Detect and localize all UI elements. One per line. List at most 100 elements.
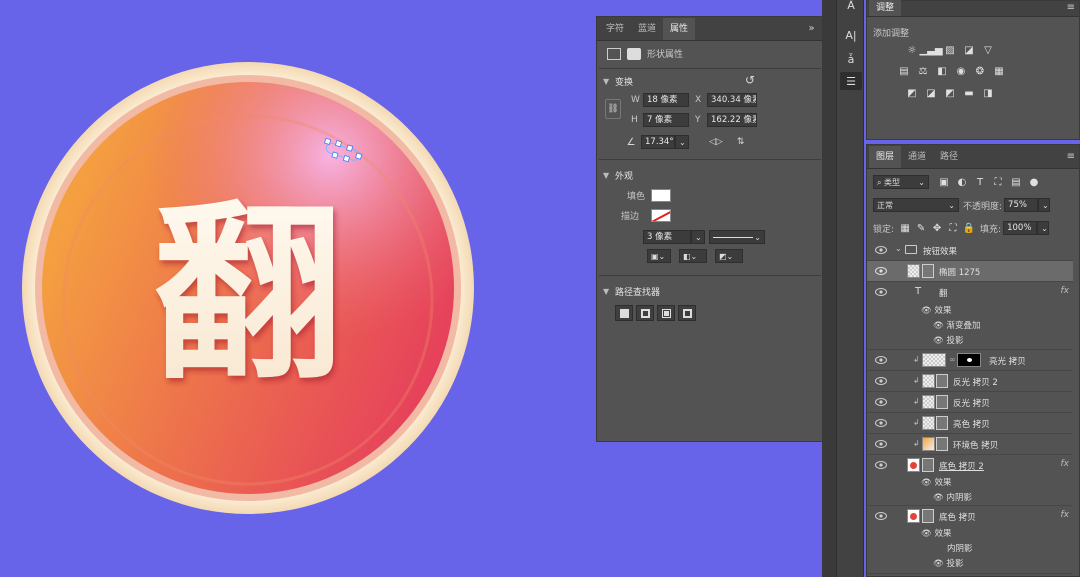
layer-row[interactable]: ↲ 亮色 拷贝 <box>867 413 1073 434</box>
stroke-align-dropdown[interactable]: ▣⌄ <box>647 249 671 263</box>
opacity-dropdown[interactable]: ⌄ <box>1038 198 1051 212</box>
eye-icon[interactable] <box>875 439 887 449</box>
layer-filter-dropdown[interactable]: ⌕ 类型 ⌄ <box>873 175 929 189</box>
lock-transparency-icon[interactable]: ▦ <box>898 222 912 235</box>
eye-icon[interactable]: 👁︎ <box>921 306 932 316</box>
eye-icon[interactable]: 👁︎ <box>921 529 932 539</box>
eye-icon[interactable] <box>875 266 887 276</box>
link-icon[interactable]: ⛓ <box>605 99 621 119</box>
exclude-shapes-button[interactable] <box>678 305 696 321</box>
fill-field[interactable]: 100% <box>1003 221 1038 235</box>
color-lookup-icon[interactable]: ▦ <box>992 65 1006 78</box>
tab-bluebird[interactable]: 蓝道 <box>631 18 663 40</box>
stroke-cap-dropdown[interactable]: ◧⌄ <box>679 249 707 263</box>
hue-saturation-icon[interactable]: ▤ <box>897 65 911 78</box>
eye-icon[interactable]: 👁︎ <box>921 478 932 488</box>
x-field[interactable]: 340.34 像素 <box>707 93 757 107</box>
layer-row[interactable]: 底色 拷贝 2 fx 👁︎ 效果 👁︎ 内阴影 <box>867 455 1073 506</box>
effect-drop-shadow[interactable]: 👁︎ 投影 <box>933 334 964 346</box>
glyphs-panel-icon[interactable]: ǡ <box>840 50 862 68</box>
character-panel-icon[interactable]: A| <box>840 26 862 44</box>
tab-paths[interactable]: 路径 <box>933 146 965 168</box>
y-field[interactable]: 162.22 像素 <box>707 113 757 127</box>
layer-row[interactable]: ↲ 环境色 拷贝 <box>867 434 1073 455</box>
mask-icon[interactable] <box>627 47 641 60</box>
fill-swatch[interactable] <box>651 189 671 202</box>
fx-icon[interactable]: fx <box>1061 286 1070 296</box>
exposure-icon[interactable]: ◪ <box>962 44 976 57</box>
layer-row[interactable]: T 翻 fx 👁︎ 效果 👁︎ 渐变叠加 👁︎ 投影 <box>867 282 1073 350</box>
intersect-shapes-button[interactable] <box>657 305 675 321</box>
tab-channels[interactable]: 通道 <box>901 146 933 168</box>
eye-icon[interactable] <box>875 460 887 470</box>
lock-pixels-icon[interactable]: ✎ <box>914 222 928 235</box>
eye-icon[interactable]: 👁︎ <box>933 321 944 331</box>
smart-object-filter-icon[interactable]: ▤ <box>1009 176 1023 189</box>
chevron-down-icon[interactable]: ▼ <box>603 77 611 86</box>
stroke-swatch[interactable] <box>651 209 671 222</box>
adjustments-panel-icon[interactable]: ☰ <box>840 72 862 90</box>
reset-icon[interactable]: ↺ <box>745 73 755 87</box>
eye-icon[interactable] <box>875 245 887 255</box>
photo-filter-icon[interactable]: ◉ <box>954 65 968 78</box>
subtract-shapes-button[interactable] <box>636 305 654 321</box>
panel-menu-icon[interactable]: ≡ <box>1063 0 1079 16</box>
layer-mask-thumbnail[interactable] <box>957 353 981 367</box>
invert-icon[interactable]: ◩ <box>905 87 919 100</box>
selective-color-icon[interactable]: ◨ <box>981 87 995 100</box>
fx-icon[interactable]: fx <box>1061 510 1070 520</box>
color-balance-icon[interactable]: ⚖ <box>916 65 930 78</box>
vibrance-icon[interactable]: ▽ <box>981 44 995 57</box>
eye-icon[interactable] <box>875 418 887 428</box>
effect-inner-shadow[interactable]: 👁︎ 内阴影 <box>933 491 972 503</box>
link-icon[interactable]: ∞ <box>949 355 956 364</box>
height-field[interactable]: 7 像素 <box>643 113 689 127</box>
panel-menu-icon[interactable]: ≡ <box>1063 146 1079 168</box>
angle-field[interactable]: 17.34° <box>641 135 675 149</box>
effect-inner-shadow[interactable]: 内阴影 <box>947 542 973 554</box>
curves-icon[interactable]: ▨ <box>943 44 957 57</box>
layer-row[interactable]: ↲ 反光 拷贝 2 <box>867 371 1073 392</box>
threshold-icon[interactable]: ◩ <box>943 87 957 100</box>
angle-dropdown[interactable]: ⌄ <box>675 135 689 149</box>
levels-icon[interactable]: ▁▃▅ <box>919 44 942 57</box>
posterize-icon[interactable]: ◪ <box>924 87 938 100</box>
eye-icon[interactable] <box>875 397 887 407</box>
brightness-icon[interactable]: ☼ <box>905 44 919 57</box>
tab-adjustments[interactable]: 调整 <box>869 0 902 16</box>
layer-row[interactable]: ↲ 反光 拷贝 <box>867 392 1073 413</box>
filter-toggle-icon[interactable]: ● <box>1027 176 1041 189</box>
chevron-down-icon[interactable]: ▼ <box>603 287 611 296</box>
chevron-down-icon[interactable]: ⌄ <box>895 244 902 253</box>
layer-row[interactable]: 椭圆 1275 <box>867 261 1073 282</box>
gradient-map-icon[interactable]: ▬ <box>962 87 976 100</box>
flip-horizontal-icon[interactable]: ◁▷ <box>709 137 723 147</box>
eye-icon[interactable] <box>875 355 887 365</box>
layer-row[interactable]: ↲ ∞ 亮光 拷贝 <box>867 350 1073 371</box>
unite-shapes-button[interactable] <box>615 305 633 321</box>
stroke-style-dropdown[interactable]: ⌄ <box>709 230 765 244</box>
layer-row[interactable]: 底色 拷贝 fx 👁︎ 效果 内阴影 👁︎ 投影 <box>867 506 1073 574</box>
adjustment-filter-icon[interactable]: ◐ <box>955 176 969 189</box>
eye-icon[interactable] <box>875 376 887 386</box>
char-style-icon[interactable]: Ȁ <box>840 0 862 14</box>
channel-mixer-icon[interactable]: ❂ <box>973 65 987 78</box>
fill-dropdown[interactable]: ⌄ <box>1037 221 1050 235</box>
fx-icon[interactable]: fx <box>1061 459 1070 469</box>
opacity-field[interactable]: 75% <box>1004 198 1039 212</box>
flip-vertical-icon[interactable]: ⇅ <box>737 137 745 147</box>
black-white-icon[interactable]: ◧ <box>935 65 949 78</box>
type-filter-icon[interactable]: T <box>973 176 987 189</box>
lock-artboard-icon[interactable]: ⛶ <box>946 222 960 235</box>
eye-icon[interactable]: 👁︎ <box>933 559 944 569</box>
tab-properties[interactable]: 属性 <box>663 18 696 40</box>
collapse-icon[interactable]: » <box>804 18 818 40</box>
layer-group[interactable]: ⌄ 按钮效果 <box>867 240 1073 261</box>
stroke-corner-dropdown[interactable]: ◩⌄ <box>715 249 743 263</box>
lock-all-icon[interactable]: 🔒 <box>962 222 976 235</box>
eye-icon[interactable]: 👁︎ <box>933 493 944 503</box>
stroke-width-field[interactable]: 3 像素 <box>643 230 691 244</box>
chevron-down-icon[interactable]: ▼ <box>603 171 611 180</box>
eye-icon[interactable] <box>875 511 887 521</box>
blend-mode-dropdown[interactable]: 正常 ⌄ <box>873 198 959 212</box>
